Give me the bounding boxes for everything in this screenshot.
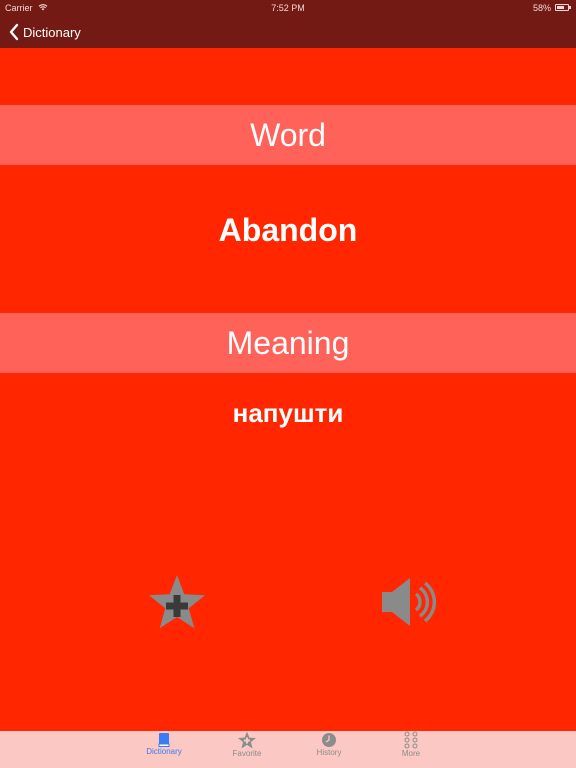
play-sound-button[interactable]	[380, 574, 440, 630]
tab-dictionary-label: Dictionary	[146, 747, 182, 756]
tab-history[interactable]: History	[299, 731, 359, 768]
tab-dictionary[interactable]: Dictionary	[134, 731, 194, 768]
tab-favorite-label: Favorite	[232, 749, 262, 758]
back-button[interactable]: Dictionary	[8, 22, 81, 42]
status-time: 7:52 PM	[271, 3, 305, 13]
meaning-value: напушти	[232, 398, 344, 428]
chevron-left-icon	[9, 23, 19, 41]
star-icon	[238, 731, 256, 749]
word-header: Word	[0, 105, 576, 165]
battery-percent: 58%	[532, 3, 551, 13]
status-bar: Carrier 7:52 PM 58%	[0, 0, 576, 16]
meaning-header: Meaning	[0, 313, 576, 373]
navigation-bar: Dictionary	[0, 16, 576, 48]
battery-icon	[555, 4, 571, 11]
book-icon	[158, 733, 170, 747]
star-plus-icon	[149, 575, 205, 629]
back-button-label: Dictionary	[23, 24, 81, 40]
word-value: Abandon	[218, 212, 358, 248]
clock-icon	[322, 733, 336, 747]
add-favorite-button[interactable]	[146, 573, 208, 633]
more-dots-icon	[404, 731, 418, 749]
tab-more[interactable]: More	[381, 731, 441, 768]
tab-bar: Dictionary Favorite History More	[0, 731, 576, 768]
tab-more-label: More	[401, 749, 421, 758]
speaker-icon	[382, 578, 437, 626]
tab-favorite[interactable]: Favorite	[217, 731, 277, 768]
tab-history-label: History	[316, 748, 342, 757]
